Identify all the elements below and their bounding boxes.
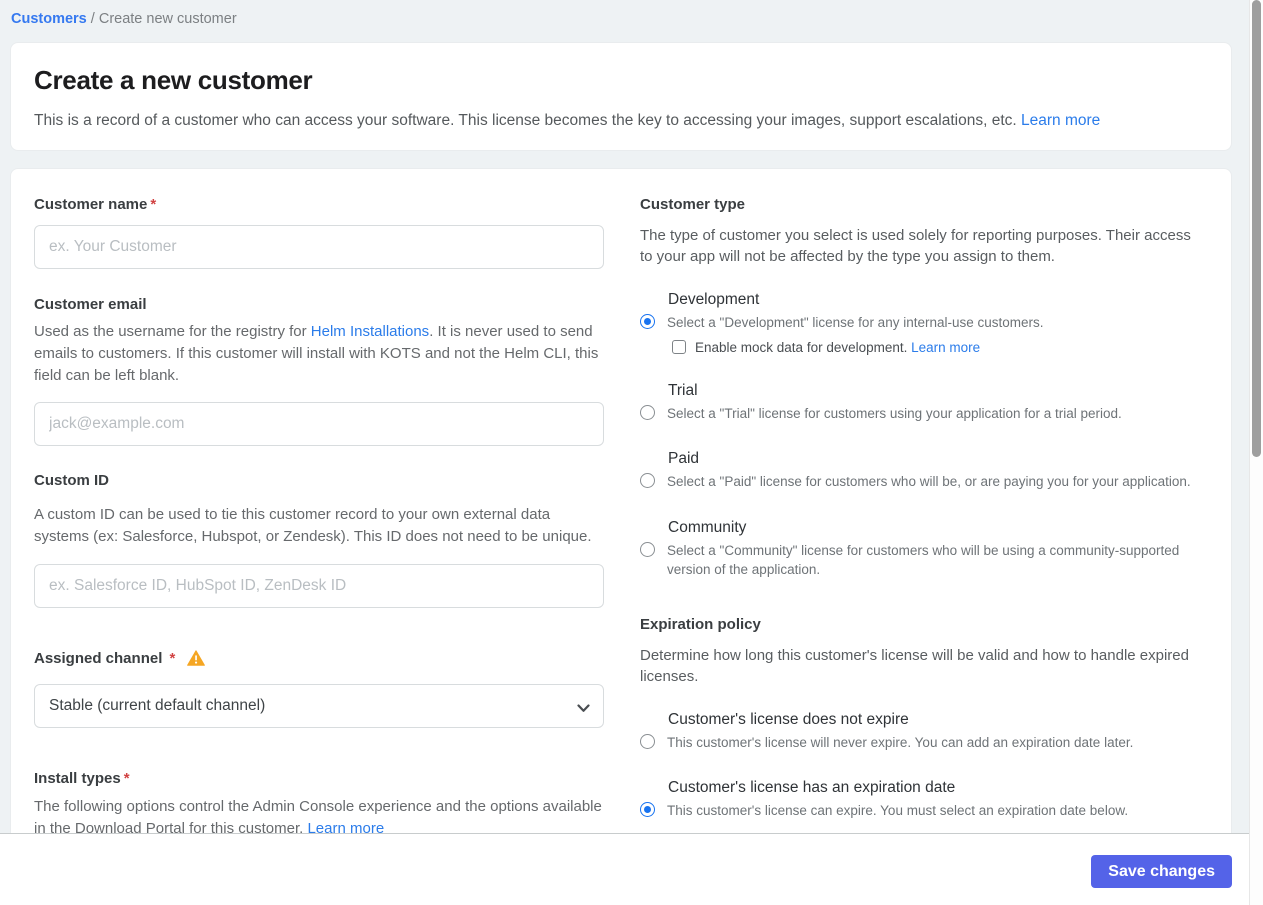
assigned-channel-select[interactable]: Stable (current default channel) [34,683,604,728]
option-description: Select a "Trial" license for customers u… [667,405,1122,421]
option-label: Paid [668,450,700,468]
expiration-date-radio[interactable] [640,802,655,818]
breadcrumb-current: Create new customer [98,11,237,27]
save-changes-button[interactable]: Save changes [1091,855,1232,888]
custom-id-label: Custom ID [34,472,109,490]
form-right-column: Customer type The type of customer you s… [640,196,1195,847]
breadcrumb-separator: / [86,11,99,27]
customer-type-option-paid: Paid Select a "Paid" license for custome… [640,450,1195,492]
option-label: Customer's license has an expiration dat… [668,779,956,797]
header-learn-more-link[interactable]: Learn more [1021,112,1100,129]
option-label: Development [668,291,760,308]
option-description: Select a "Development" license for any i… [667,315,1044,330]
install-types-label: Install types * [34,769,130,787]
page-description: This is a record of a customer who can a… [34,112,1101,129]
option-description: This customer's license will never expir… [667,734,1134,750]
expiration-policy-description: Determine how long this customer's licen… [640,646,1189,685]
scrollbar-thumb[interactable] [1252,0,1261,457]
customer-email-label: Customer email [34,296,147,313]
customer-email-description: Used as the username for the registry fo… [34,323,599,384]
trial-radio[interactable] [640,404,655,420]
customer-type-option-development: Development Select a "Development" licen… [640,291,1195,355]
option-label: Customer's license does not expire [668,710,909,728]
mock-data-learn-more-link[interactable]: Learn more [911,340,980,355]
customer-type-heading: Customer type [640,196,746,213]
customer-form-card: Customer name* Customer email Used as th… [10,168,1232,888]
option-description: This customer's license can expire. You … [667,803,1129,819]
option-label: Trial [668,381,698,399]
customer-name-label: Customer name * [34,196,157,213]
mock-data-check-row: Enable mock data for development. Learn … [672,340,1195,355]
community-radio[interactable] [640,541,655,557]
expiration-option-has-date: Customer's license has an expiration dat… [640,779,1195,821]
option-description: Select a "Paid" license for customers wh… [667,474,1191,490]
customer-type-option-trial: Trial Select a "Trial" license for custo… [640,382,1195,424]
vertical-scrollbar[interactable] [1249,0,1263,905]
option-description: Select a "Community" license for custome… [667,542,1180,578]
enable-mock-data-checkbox[interactable] [672,340,686,355]
option-label: Community [668,518,747,536]
expiration-option-no-expire: Customer's license does not expire This … [640,711,1195,753]
assigned-channel-selected-value: Stable (current default channel) [49,696,266,714]
paid-radio[interactable] [640,473,655,489]
required-asterisk: * [165,649,176,667]
chevron-down-icon [577,700,590,718]
form-left-column: Customer name* Customer email Used as th… [34,196,604,847]
required-asterisk: * [123,769,130,787]
mock-data-checkbox-label: Enable mock data for development. Learn … [695,339,981,355]
development-radio[interactable] [640,314,655,329]
expiration-policy-heading: Expiration policy [640,615,761,633]
customer-email-input[interactable] [34,402,604,447]
warning-icon [186,650,205,670]
customer-type-description: The type of customer you select is used … [640,227,1191,265]
breadcrumb-customers-link[interactable]: Customers [11,11,87,27]
custom-id-description: A custom ID can be used to tie this cust… [34,506,592,545]
customer-name-input[interactable] [34,225,604,269]
action-footer: Save changes [0,833,1250,905]
breadcrumb: Customers / Create new customer [0,0,1263,27]
assigned-channel-label: Assigned channel * [34,650,604,670]
custom-id-input[interactable] [34,563,604,608]
page-title: Create a new customer [34,65,313,95]
page-header-card: Create a new customer This is a record o… [10,42,1232,151]
no-expire-radio[interactable] [640,733,655,749]
required-asterisk: * [150,196,157,213]
helm-installations-link[interactable]: Helm Installations [311,323,429,340]
customer-type-option-community: Community Select a "Community" license f… [640,519,1195,580]
